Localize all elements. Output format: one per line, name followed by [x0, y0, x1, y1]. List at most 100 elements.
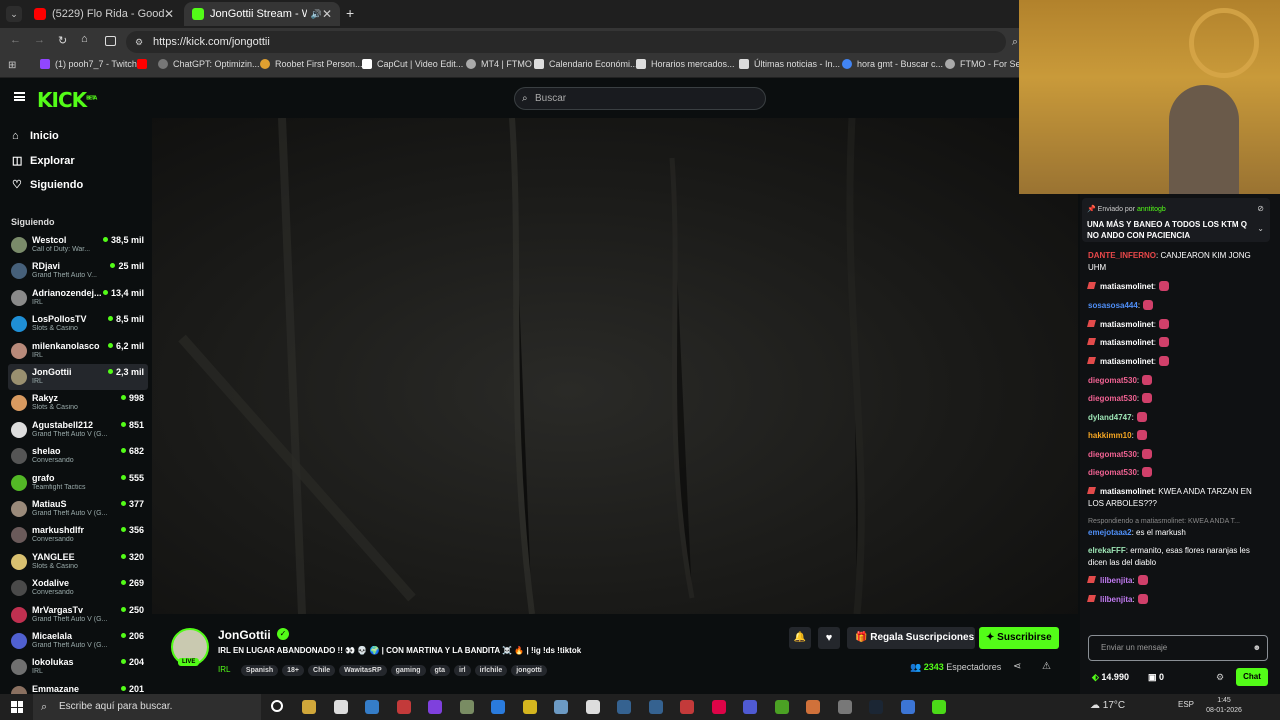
taskbar-app-icon[interactable]: [333, 700, 348, 714]
chat-username[interactable]: diegomat530: [1088, 376, 1137, 385]
stream-tag[interactable]: gaming: [390, 665, 426, 676]
windows-start-icon[interactable]: [11, 701, 23, 713]
taskbar-app-icon[interactable]: [365, 700, 379, 714]
taskbar-app-icon[interactable]: [680, 700, 694, 714]
nav-inicio[interactable]: ⌂ Inicio: [12, 130, 59, 142]
new-tab-button[interactable]: +: [346, 5, 354, 21]
following-item[interactable]: Rakyz Slots & Casino 998: [8, 390, 148, 416]
following-item[interactable]: LosPollosTV Slots & Casino 8,5 mil: [8, 311, 148, 337]
taskbar-app-icon[interactable]: [554, 700, 568, 714]
bookmark-noticias[interactable]: Últimas noticias - In...: [739, 59, 840, 69]
chat-username[interactable]: dyland4747: [1088, 413, 1132, 422]
chat-username[interactable]: matiasmolinet: [1100, 282, 1154, 291]
follow-button[interactable]: ♥: [818, 627, 840, 649]
taskbar-app-icon[interactable]: [774, 700, 789, 714]
pinned-user[interactable]: anntitogb: [1137, 206, 1166, 213]
chat-username[interactable]: matiasmolinet: [1100, 320, 1154, 329]
following-item[interactable]: milenkanolasco IRL 6,2 mil: [8, 338, 148, 364]
taskbar-app-icon[interactable]: [396, 700, 411, 714]
tab-search-button[interactable]: ⌄: [6, 6, 22, 22]
following-item[interactable]: Xodalive Conversando 269: [8, 575, 148, 601]
close-icon[interactable]: ✕: [322, 7, 332, 21]
send-chat-button[interactable]: Chat: [1236, 668, 1268, 686]
bookmark-google[interactable]: hora gmt - Buscar c...: [842, 59, 943, 69]
bookmark-capcut[interactable]: CapCut | Video Edit...: [362, 59, 463, 69]
chat-username[interactable]: sosasosa444: [1088, 301, 1138, 310]
following-item[interactable]: grafo Teamfight Tactics 555: [8, 470, 148, 496]
taskbar-app-icon[interactable]: [648, 700, 663, 714]
speaker-icon[interactable]: 🔊: [311, 9, 322, 20]
taskbar-app-icon[interactable]: [837, 700, 852, 714]
following-item[interactable]: Adrianozendej... IRL 13,4 mil: [8, 285, 148, 311]
stream-tag[interactable]: irlchile: [474, 665, 508, 676]
cortana-icon[interactable]: [271, 700, 283, 712]
apps-icon[interactable]: ⊞: [8, 60, 16, 71]
following-item[interactable]: YANGLEE Slots & Casino 320: [8, 549, 148, 575]
chat-settings-icon[interactable]: ⚙: [1216, 672, 1224, 683]
site-info-icon[interactable]: ⚙: [135, 31, 143, 53]
taskbar-app-icon[interactable]: [491, 700, 505, 714]
chat-username[interactable]: elrekaFFF: [1088, 546, 1126, 555]
chat-username[interactable]: diegomat530: [1088, 468, 1137, 477]
notification-bell-button[interactable]: 🔔: [789, 627, 811, 649]
gift-subs-button[interactable]: 🎁 Regala Suscripciones: [847, 627, 975, 649]
tab-kick[interactable]: JonGottii Stream - Watch Li 🔊 ✕: [184, 2, 340, 26]
bookmark-horarios[interactable]: Horarios mercados...: [636, 59, 735, 69]
bookmark-mt4[interactable]: MT4 | FTMO: [466, 59, 532, 69]
taskbar-app-icon[interactable]: [428, 700, 442, 714]
chat-username[interactable]: lilbenjita: [1100, 595, 1132, 604]
bookmark-twitch[interactable]: (1) pooh7_7 - Twitch: [40, 59, 137, 69]
weather-widget[interactable]: ☁ 17°C: [1090, 700, 1125, 711]
taskbar-app-icon[interactable]: [711, 700, 726, 714]
following-item[interactable]: MatiauS Grand Theft Auto V (G... 377: [8, 496, 148, 522]
nav-explorar[interactable]: ◫ Explorar: [12, 154, 75, 168]
taskbar-app-icon[interactable]: [743, 700, 757, 714]
taskbar-app-icon[interactable]: [459, 700, 474, 714]
taskbar-search[interactable]: ⌕ Escribe aquí para buscar.: [33, 694, 261, 720]
chat-username[interactable]: matiasmolinet: [1100, 357, 1154, 366]
following-item[interactable]: Agustabell212 Grand Theft Auto V (G... 851: [8, 417, 148, 443]
taskbar-app-icon[interactable]: [302, 700, 316, 714]
following-item[interactable]: Micaelala Grand Theft Auto V (G... 206: [8, 628, 148, 654]
bookmark-roobet[interactable]: Roobet First Person...: [260, 59, 363, 69]
chat-username[interactable]: matiasmolinet: [1100, 487, 1154, 496]
chat-username[interactable]: matiasmolinet: [1100, 338, 1154, 347]
chat-username[interactable]: lilbenjita: [1100, 576, 1132, 585]
menu-icon[interactable]: [14, 92, 25, 101]
subscribe-button[interactable]: ✦ Suscribirse: [979, 627, 1059, 649]
following-item[interactable]: markushdlfr Conversando 356: [8, 522, 148, 548]
tab-youtube[interactable]: (5229) Flo Rida - Good Feeling ✕: [26, 2, 182, 26]
stream-tag[interactable]: WawitasRP: [339, 665, 387, 676]
taskbar-app-icon[interactable]: [522, 700, 537, 714]
share-icon[interactable]: ⋖: [1013, 661, 1021, 672]
chat-username[interactable]: hakkimm10: [1088, 431, 1132, 440]
back-icon[interactable]: ←: [10, 34, 21, 46]
stream-tag[interactable]: Chile: [308, 665, 336, 676]
taskbar-app-icon[interactable]: [900, 700, 915, 714]
chat-username[interactable]: diegomat530: [1088, 394, 1137, 403]
chat-username[interactable]: DANTE_INFERNO: [1088, 251, 1156, 260]
chat-username[interactable]: emejotaaa2: [1088, 528, 1132, 537]
chevron-down-icon[interactable]: ⌄: [1257, 224, 1264, 233]
bookmark-calendario[interactable]: Calendario Económi...: [534, 59, 638, 69]
stream-tag[interactable]: Spanish: [240, 665, 279, 676]
following-item[interactable]: RDjavi Grand Theft Auto V... 25 mil: [8, 258, 148, 284]
forward-icon[interactable]: →: [34, 34, 45, 46]
reload-icon[interactable]: ↻: [58, 34, 67, 47]
streamer-name[interactable]: JonGottii: [218, 628, 271, 642]
home-icon[interactable]: ⌂: [81, 33, 88, 45]
taskbar-app-icon[interactable]: [585, 700, 600, 714]
following-item[interactable]: MrVargasTv Grand Theft Auto V (G... 250: [8, 602, 148, 628]
taskbar-app-icon[interactable]: [806, 700, 820, 714]
kick-logo[interactable]: KICKBETA: [37, 88, 97, 112]
taskbar-app-icon[interactable]: [869, 700, 883, 714]
taskbar-app-icon[interactable]: [617, 700, 631, 714]
following-item[interactable]: Westcol Call of Duty: War... 38,5 mil: [8, 232, 148, 258]
bits-counter[interactable]: ▣ 0: [1148, 672, 1164, 683]
bookmark-chatgpt[interactable]: ChatGPT: Optimizin...: [158, 59, 260, 69]
url-input[interactable]: ⚙ https://kick.com/jongottii ⌕: [126, 31, 1018, 53]
nav-siguiendo[interactable]: ♡ Siguiendo: [12, 178, 83, 192]
stream-tag[interactable]: irl: [454, 665, 471, 676]
unpin-icon[interactable]: ⊘: [1257, 204, 1264, 213]
report-icon[interactable]: ⚠: [1042, 661, 1051, 672]
